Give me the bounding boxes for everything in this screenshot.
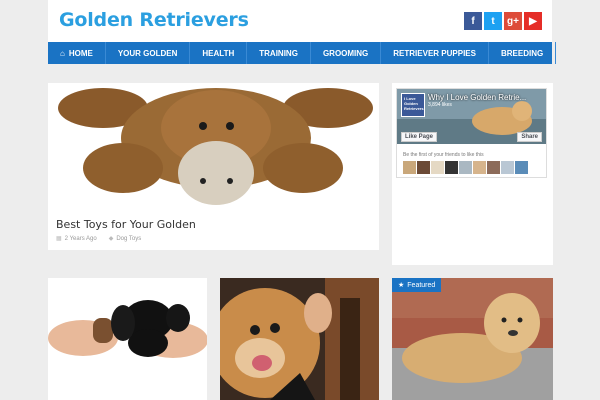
avatar[interactable]: [431, 161, 444, 174]
facebook-page-widget: I Love Golden Retrievers Why I Love Gold…: [396, 88, 547, 178]
facebook-icon[interactable]: f: [464, 12, 482, 30]
nav-item-breeding[interactable]: Breeding: [489, 42, 557, 64]
post-tile-featured-golden[interactable]: ★ Featured: [392, 278, 553, 400]
avatar[interactable]: [459, 161, 472, 174]
featured-post-card[interactable]: Best Toys for Your Golden ▦ 2 Years Ago ◆…: [48, 83, 379, 250]
avatar[interactable]: [487, 161, 500, 174]
calendar-icon: ▦: [56, 236, 62, 242]
avatar[interactable]: [403, 161, 416, 174]
site-title[interactable]: Golden Retrievers: [59, 9, 249, 31]
post-tile-kong-toy[interactable]: [48, 278, 207, 400]
featured-badge: ★ Featured: [392, 278, 442, 292]
avatar[interactable]: [445, 161, 458, 174]
home-icon: ⌂: [60, 48, 65, 58]
avatar[interactable]: [515, 161, 528, 174]
facebook-friends-text: Be the first of your friends to like thi…: [403, 152, 484, 158]
facebook-share-button[interactable]: Share: [517, 132, 542, 142]
nav-item-grooming[interactable]: Grooming: [311, 42, 382, 64]
avatar[interactable]: [417, 161, 430, 174]
avatar[interactable]: [501, 161, 514, 174]
tag-icon: ◆: [108, 236, 114, 242]
facebook-page-name[interactable]: Why I Love Golden Retrie...: [428, 93, 526, 102]
sidebar: I Love Golden Retrievers Why I Love Gold…: [392, 83, 553, 265]
post-date: ▦ 2 Years Ago: [56, 236, 97, 242]
avatar[interactable]: [473, 161, 486, 174]
facebook-like-button[interactable]: Like Page: [401, 132, 438, 142]
nav-item-retriever-puppies[interactable]: Retriever Puppies: [381, 42, 489, 64]
post-tile-dog-guitar[interactable]: [220, 278, 379, 400]
nav-item-training[interactable]: Training: [247, 42, 311, 64]
main-nav: ⌂ Home Your Golden Health Training Groom…: [48, 42, 557, 64]
post-meta: ▦ 2 Years Ago ◆ Dog Toys: [56, 235, 141, 242]
nav-item-label: Home: [68, 48, 93, 58]
post-title[interactable]: Best Toys for Your Golden: [56, 218, 196, 231]
social-links: f t g+ ▶: [464, 12, 542, 30]
youtube-icon[interactable]: ▶: [524, 12, 542, 30]
nav-item-your-golden[interactable]: Your Golden: [106, 42, 191, 64]
twitter-icon[interactable]: t: [484, 12, 502, 30]
post-image-moose-toy[interactable]: [48, 83, 379, 211]
site-header: Golden Retrievers f t g+ ▶: [48, 0, 552, 42]
facebook-friend-faces: [403, 161, 528, 174]
star-icon: ★: [398, 282, 405, 289]
nav-item-health[interactable]: Health: [190, 42, 248, 64]
nav-item-home[interactable]: ⌂ Home: [48, 42, 106, 64]
post-category[interactable]: ◆ Dog Toys: [109, 235, 142, 242]
facebook-page-thumbnail[interactable]: I Love Golden Retrievers: [401, 93, 425, 117]
facebook-like-count: 3,894 likes: [428, 102, 452, 108]
google-plus-icon[interactable]: g+: [504, 12, 522, 30]
